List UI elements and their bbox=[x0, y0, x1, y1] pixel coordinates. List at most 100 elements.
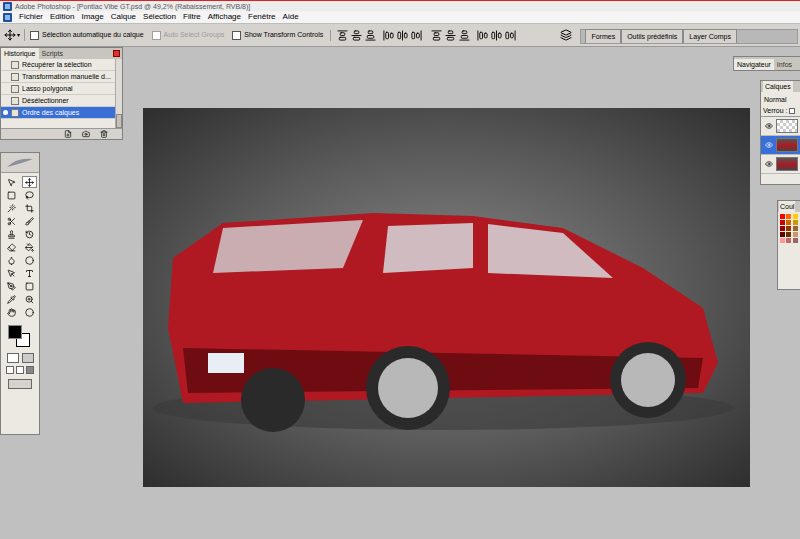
tool-button[interactable] bbox=[22, 280, 37, 292]
color-swatch[interactable] bbox=[793, 226, 798, 231]
menu-item[interactable]: Sélection bbox=[143, 13, 176, 21]
new-document-icon[interactable] bbox=[64, 130, 72, 138]
panel-tab[interactable]: Navigateur bbox=[734, 59, 774, 70]
eye-icon[interactable] bbox=[765, 160, 773, 168]
tool-button[interactable] bbox=[4, 293, 19, 305]
palette-well-tab[interactable]: Layer Comps bbox=[683, 29, 737, 43]
history-item[interactable]: Récupérer la sélection bbox=[1, 59, 115, 71]
option-checkbox[interactable]: Sélection automatique du calque bbox=[27, 30, 147, 41]
menu-item[interactable]: Aide bbox=[283, 13, 299, 21]
tool-button[interactable] bbox=[22, 254, 37, 266]
menu-item[interactable]: Image bbox=[81, 13, 103, 21]
menu-item[interactable]: Fenêtre bbox=[248, 13, 276, 21]
color-swatch[interactable] bbox=[780, 232, 785, 237]
color-swatch[interactable] bbox=[780, 220, 785, 225]
tool-button[interactable] bbox=[22, 176, 37, 188]
menu-item[interactable]: Calque bbox=[111, 13, 136, 21]
align-icon[interactable] bbox=[337, 30, 348, 41]
history-state-marker[interactable] bbox=[3, 62, 8, 67]
tool-button[interactable] bbox=[22, 241, 37, 253]
palette-well-tab[interactable]: Formes bbox=[585, 29, 621, 43]
distribute-icon[interactable] bbox=[505, 30, 516, 41]
history-item[interactable]: Transformation manuelle d... bbox=[1, 71, 115, 83]
menu-item[interactable]: Fichier bbox=[19, 13, 43, 21]
distribute-icon[interactable] bbox=[459, 30, 470, 41]
tool-button[interactable] bbox=[4, 254, 19, 266]
foreground-color[interactable] bbox=[8, 325, 22, 339]
tool-button[interactable] bbox=[22, 228, 37, 240]
tool-button[interactable] bbox=[22, 202, 37, 214]
tool-button[interactable] bbox=[4, 202, 19, 214]
trash-icon[interactable] bbox=[100, 130, 108, 138]
tool-button[interactable] bbox=[4, 267, 19, 279]
layer-row[interactable] bbox=[761, 117, 800, 136]
palette-well-icon[interactable] bbox=[560, 29, 572, 41]
menu-item[interactable]: Filtre bbox=[183, 13, 201, 21]
feather-logo-icon[interactable] bbox=[5, 157, 35, 169]
align-icon[interactable] bbox=[365, 30, 376, 41]
tool-button[interactable] bbox=[4, 280, 19, 292]
panel-tab[interactable]: Historique bbox=[1, 48, 39, 59]
checkbox-box[interactable] bbox=[30, 31, 39, 40]
tool-button[interactable] bbox=[4, 189, 19, 201]
tool-preset[interactable]: ▾ bbox=[2, 29, 25, 41]
color-swatch[interactable] bbox=[780, 238, 785, 243]
history-state-marker[interactable] bbox=[3, 86, 8, 91]
tool-button[interactable] bbox=[4, 215, 19, 227]
history-state-marker[interactable] bbox=[3, 110, 8, 115]
align-icon[interactable] bbox=[351, 30, 362, 41]
menu-item[interactable]: Edition bbox=[50, 13, 74, 21]
color-swatch[interactable] bbox=[786, 220, 791, 225]
history-item[interactable]: Désélectionner bbox=[1, 95, 115, 107]
imageready-button[interactable] bbox=[8, 379, 32, 389]
color-swatch[interactable] bbox=[786, 238, 791, 243]
color-swatch[interactable] bbox=[793, 232, 798, 237]
standard-mode-button[interactable] bbox=[7, 353, 19, 363]
palette-well-tab[interactable]: Outils prédéfinis bbox=[621, 29, 683, 43]
eye-icon[interactable] bbox=[765, 122, 773, 130]
tool-button[interactable] bbox=[4, 306, 19, 318]
panel-tab[interactable]: Calques bbox=[763, 81, 793, 92]
eye-icon[interactable] bbox=[765, 141, 773, 149]
snapshot-icon[interactable] bbox=[82, 130, 90, 138]
scrollbar[interactable] bbox=[115, 59, 122, 128]
tool-button[interactable] bbox=[22, 215, 37, 227]
history-item[interactable]: Ordre des calques bbox=[1, 107, 115, 119]
layer-row[interactable] bbox=[761, 136, 800, 155]
color-swatch[interactable] bbox=[786, 232, 791, 237]
layer-row[interactable] bbox=[761, 155, 800, 174]
color-swatch[interactable] bbox=[793, 214, 798, 219]
checkbox-box[interactable] bbox=[232, 31, 241, 40]
option-checkbox[interactable]: Show Transform Controls bbox=[229, 30, 326, 41]
close-button[interactable] bbox=[113, 50, 120, 57]
panel-tab[interactable]: Scripts bbox=[39, 48, 66, 59]
color-swatch[interactable] bbox=[793, 220, 798, 225]
tool-button[interactable] bbox=[22, 306, 37, 318]
tool-button[interactable] bbox=[4, 241, 19, 253]
blend-mode-select[interactable]: Normal bbox=[761, 94, 800, 105]
distribute-icon[interactable] bbox=[477, 30, 488, 41]
distribute-icon[interactable] bbox=[431, 30, 442, 41]
align-icon[interactable] bbox=[397, 30, 408, 41]
tool-button[interactable] bbox=[22, 189, 37, 201]
checkbox-box[interactable] bbox=[152, 31, 161, 40]
tool-button[interactable] bbox=[22, 293, 37, 305]
history-state-marker[interactable] bbox=[3, 74, 8, 79]
distribute-icon[interactable] bbox=[491, 30, 502, 41]
align-icon[interactable] bbox=[411, 30, 422, 41]
distribute-icon[interactable] bbox=[445, 30, 456, 41]
tool-button[interactable] bbox=[4, 228, 19, 240]
history-state-marker[interactable] bbox=[3, 98, 8, 103]
color-swatch[interactable] bbox=[786, 214, 791, 219]
align-icon[interactable] bbox=[383, 30, 394, 41]
panel-tab[interactable]: Coul bbox=[779, 201, 795, 212]
color-swatch[interactable] bbox=[780, 214, 785, 219]
color-swatch[interactable] bbox=[786, 226, 791, 231]
color-swatch[interactable] bbox=[780, 226, 785, 231]
panel-tab[interactable]: Infos bbox=[774, 59, 795, 70]
quickmask-mode-button[interactable] bbox=[22, 353, 34, 363]
history-item[interactable]: Lasso polygonal bbox=[1, 83, 115, 95]
lock-checkbox[interactable] bbox=[789, 108, 795, 114]
tool-button[interactable] bbox=[22, 267, 37, 279]
menu-item[interactable]: Affichage bbox=[208, 13, 241, 21]
